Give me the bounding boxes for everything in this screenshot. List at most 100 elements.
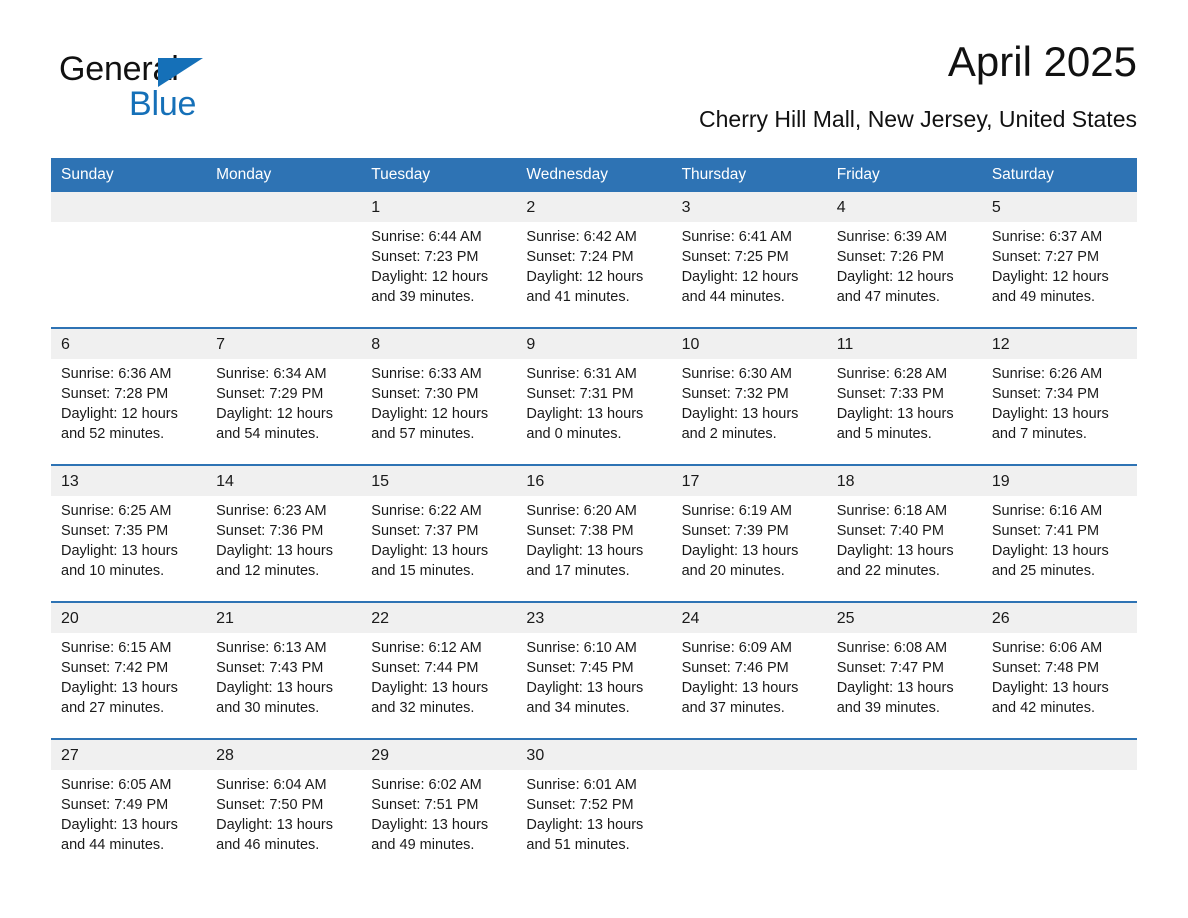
day-detail[interactable]: Sunrise: 6:06 AM Sunset: 7:48 PM Daylight:… — [981, 633, 1137, 739]
day-detail[interactable]: Sunrise: 6:36 AM Sunset: 7:28 PM Daylight:… — [51, 359, 207, 465]
sunrise-text: Sunrise: 6:23 AM — [216, 503, 327, 519]
sunset-text: Sunset: 7:50 PM — [216, 797, 324, 813]
calendar-body: 12345 Sunrise: 6:44 AM Sunset: 7:23 PM Day… — [51, 192, 1137, 875]
daylight-text: Daylight: 13 hours — [991, 680, 1109, 696]
day-number[interactable]: 21 — [206, 601, 362, 633]
day-detail[interactable]: Sunrise: 6:20 AM Sunset: 7:38 PM Daylight:… — [516, 496, 672, 602]
day-detail[interactable]: Sunrise: 6:39 AM Sunset: 7:26 PM Daylight:… — [826, 222, 982, 328]
day-number[interactable]: 4 — [826, 192, 982, 222]
daylight-text: Daylight: 12 hours — [991, 269, 1109, 285]
sunrise-text: Sunrise: 6:36 AM — [61, 366, 172, 382]
day-detail[interactable]: Sunrise: 6:31 AM Sunset: 7:31 PM Daylight:… — [516, 359, 672, 465]
sunrise-text: Sunrise: 6:08 AM — [836, 640, 948, 656]
sunrise-text: Sunrise: 6:12 AM — [371, 640, 482, 656]
day-number[interactable]: 20 — [51, 601, 207, 633]
daylight-text: and 7 minutes. — [991, 426, 1087, 442]
sunset-text: Sunset: 7:44 PM — [371, 660, 479, 676]
daylight-text: Daylight: 13 hours — [371, 543, 489, 559]
day-detail[interactable]: Sunrise: 6:22 AM Sunset: 7:37 PM Daylight:… — [361, 496, 517, 602]
daylight-text: and 17 minutes. — [526, 563, 630, 579]
day-detail[interactable]: Sunrise: 6:33 AM Sunset: 7:30 PM Daylight:… — [361, 359, 517, 465]
day-detail[interactable]: Sunrise: 6:01 AM Sunset: 7:52 PM Daylight:… — [516, 770, 672, 875]
day-detail[interactable]: Sunrise: 6:25 AM Sunset: 7:35 PM Daylight:… — [51, 496, 207, 602]
day-detail[interactable]: Sunrise: 6:12 AM Sunset: 7:44 PM Daylight:… — [361, 633, 517, 739]
day-detail-empty — [826, 770, 982, 875]
day-detail[interactable]: Sunrise: 6:26 AM Sunset: 7:34 PM Daylight:… — [981, 359, 1137, 465]
day-number[interactable]: 15 — [361, 464, 517, 496]
day-number[interactable]: 16 — [516, 464, 672, 496]
daylight-text: Daylight: 13 hours — [836, 406, 954, 422]
sunset-text: Sunset: 7:35 PM — [61, 523, 169, 539]
day-number[interactable]: 13 — [51, 464, 207, 496]
day-detail[interactable]: Sunrise: 6:41 AM Sunset: 7:25 PM Daylight:… — [671, 222, 827, 328]
day-number[interactable]: 30 — [516, 738, 672, 770]
day-detail[interactable]: Sunrise: 6:28 AM Sunset: 7:33 PM Daylight:… — [826, 359, 982, 465]
sunset-text: Sunset: 7:41 PM — [991, 523, 1100, 539]
day-number[interactable]: 12 — [981, 327, 1137, 359]
day-detail[interactable]: Sunrise: 6:15 AM Sunset: 7:42 PM Daylight:… — [51, 633, 207, 739]
day-detail[interactable]: Sunrise: 6:02 AM Sunset: 7:51 PM Daylight:… — [361, 770, 517, 875]
day-number[interactable]: 27 — [51, 738, 207, 770]
day-detail[interactable]: Sunrise: 6:37 AM Sunset: 7:27 PM Daylight:… — [981, 222, 1137, 328]
day-detail[interactable]: Sunrise: 6:05 AM Sunset: 7:49 PM Daylight:… — [51, 770, 207, 875]
sunrise-text: Sunrise: 6:04 AM — [216, 777, 327, 793]
day-detail[interactable]: Sunrise: 6:09 AM Sunset: 7:46 PM Daylight:… — [671, 633, 827, 739]
day-number-empty — [206, 192, 362, 222]
day-number[interactable]: 3 — [671, 192, 827, 222]
day-number[interactable]: 8 — [361, 327, 517, 359]
day-detail[interactable]: Sunrise: 6:04 AM Sunset: 7:50 PM Daylight:… — [206, 770, 362, 875]
day-number[interactable]: 7 — [206, 327, 362, 359]
day-number[interactable]: 24 — [671, 601, 827, 633]
sunrise-text: Sunrise: 6:30 AM — [681, 366, 792, 382]
day-number[interactable]: 5 — [981, 192, 1137, 222]
day-detail[interactable]: Sunrise: 6:10 AM Sunset: 7:45 PM Daylight:… — [516, 633, 672, 739]
daylight-text: Daylight: 13 hours — [526, 680, 644, 696]
day-detail[interactable]: Sunrise: 6:42 AM Sunset: 7:24 PM Daylight:… — [516, 222, 672, 328]
day-number[interactable]: 1 — [361, 192, 517, 222]
day-number[interactable]: 17 — [671, 464, 827, 496]
day-number[interactable]: 2 — [516, 192, 672, 222]
day-number[interactable]: 9 — [516, 327, 672, 359]
day-detail[interactable]: Sunrise: 6:16 AM Sunset: 7:41 PM Daylight:… — [981, 496, 1137, 602]
daylight-text: Daylight: 13 hours — [991, 543, 1109, 559]
day-detail[interactable]: Sunrise: 6:19 AM Sunset: 7:39 PM Daylight:… — [671, 496, 827, 602]
day-detail[interactable]: Sunrise: 6:13 AM Sunset: 7:43 PM Daylight:… — [206, 633, 362, 739]
day-number[interactable]: 28 — [206, 738, 362, 770]
day-number[interactable]: 11 — [826, 327, 982, 359]
day-detail[interactable]: Sunrise: 6:34 AM Sunset: 7:29 PM Daylight:… — [206, 359, 362, 465]
day-detail[interactable]: Sunrise: 6:44 AM Sunset: 7:23 PM Daylight:… — [361, 222, 517, 328]
sunset-text: Sunset: 7:51 PM — [371, 797, 479, 813]
day-number-empty — [981, 738, 1137, 770]
sunset-text: Sunset: 7:43 PM — [216, 660, 324, 676]
brand-logo[interactable]: General Blue — [59, 52, 319, 138]
sunrise-text: Sunrise: 6:42 AM — [526, 229, 637, 245]
day-number[interactable]: 6 — [51, 327, 207, 359]
day-number[interactable]: 26 — [981, 601, 1137, 633]
sunrise-text: Sunrise: 6:31 AM — [526, 366, 637, 382]
sunset-text: Sunset: 7:34 PM — [991, 386, 1100, 402]
daylight-text: and 2 minutes. — [681, 426, 777, 442]
weekday-header-thursday: Thursday — [671, 158, 827, 192]
daylight-text: and 49 minutes. — [371, 837, 475, 853]
daylight-text: Daylight: 12 hours — [371, 269, 489, 285]
day-number[interactable]: 22 — [361, 601, 517, 633]
sunset-text: Sunset: 7:42 PM — [61, 660, 169, 676]
daylight-text: Daylight: 13 hours — [61, 680, 178, 696]
daylight-text: and 12 minutes. — [216, 563, 320, 579]
day-number[interactable]: 14 — [206, 464, 362, 496]
sunset-text: Sunset: 7:31 PM — [526, 386, 634, 402]
day-number[interactable]: 18 — [826, 464, 982, 496]
day-detail[interactable]: Sunrise: 6:23 AM Sunset: 7:36 PM Daylight:… — [206, 496, 362, 602]
day-number[interactable]: 19 — [981, 464, 1137, 496]
day-number[interactable]: 23 — [516, 601, 672, 633]
sunrise-text: Sunrise: 6:16 AM — [991, 503, 1103, 519]
day-detail[interactable]: Sunrise: 6:30 AM Sunset: 7:32 PM Daylight:… — [671, 359, 827, 465]
daylight-text: Daylight: 13 hours — [216, 543, 334, 559]
day-number[interactable]: 10 — [671, 327, 827, 359]
title-block: April 2025 Cherry Hill Mall, New Jersey,… — [699, 36, 1137, 133]
day-number[interactable]: 25 — [826, 601, 982, 633]
day-detail[interactable]: Sunrise: 6:08 AM Sunset: 7:47 PM Daylight:… — [826, 633, 982, 739]
day-number[interactable]: 29 — [361, 738, 517, 770]
sunrise-text: Sunrise: 6:19 AM — [681, 503, 792, 519]
day-detail[interactable]: Sunrise: 6:18 AM Sunset: 7:40 PM Daylight:… — [826, 496, 982, 602]
